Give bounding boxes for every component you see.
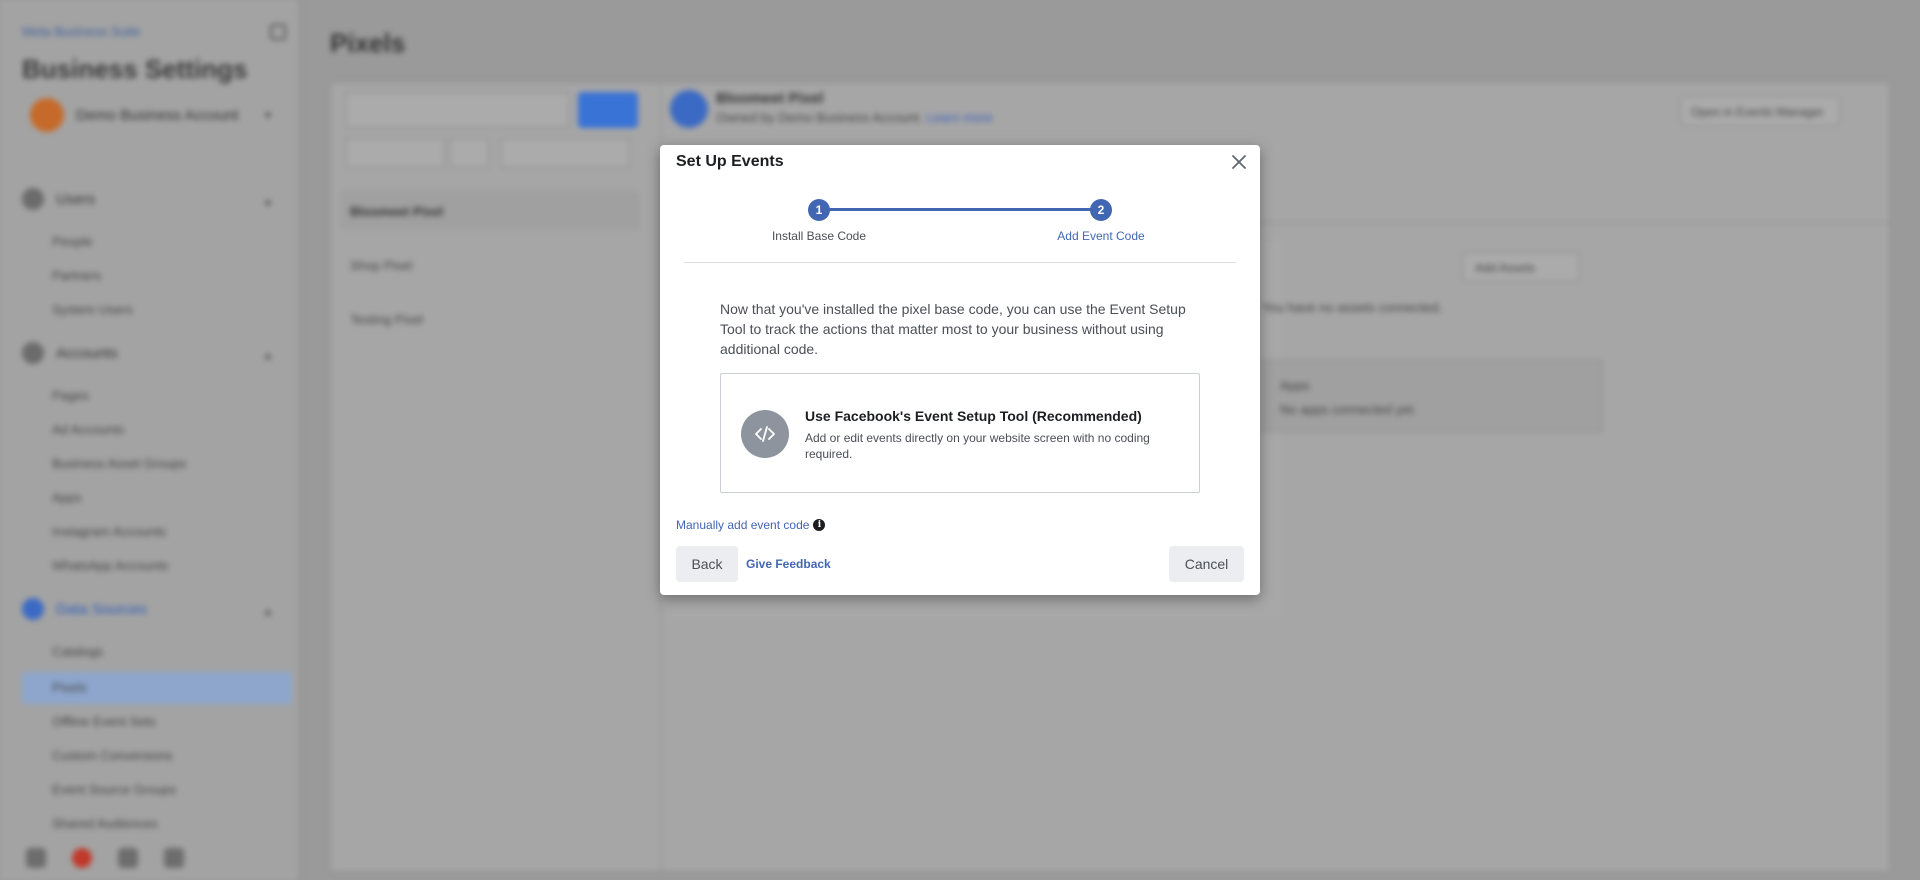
more-options-icon[interactable] [1860,96,1884,126]
pixel-icon [670,90,708,128]
sidebar-breadcrumb[interactable]: Meta Business Suite [22,24,141,39]
sidebar-group-label: Users [56,190,96,208]
set-up-events-dialog: Set Up Events 1 2 Install Base Code Add … [660,145,1260,595]
info-icon[interactable]: i [813,519,826,531]
notifications-icon[interactable] [72,848,92,868]
event-setup-tool-option[interactable]: Use Facebook's Event Setup Tool (Recomme… [720,373,1200,493]
sidebar-item[interactable]: People [52,234,92,249]
sidebar-item[interactable]: Business Asset Groups [52,456,186,471]
settings-icon[interactable] [26,848,46,868]
add-assets-button[interactable]: Add Assets [1462,252,1580,282]
sidebar-item[interactable]: Shared Audiences [52,816,158,831]
pixel-filter-dropdown[interactable] [500,138,630,168]
step-2-label: Add Event Code [1057,229,1145,243]
chevron-down-icon[interactable]: ▾ [265,108,271,122]
intro-text: Now that you've installed the pixel base… [720,301,1186,357]
pixel-name: Bloomeet Pixel [716,90,824,107]
filter-dropdown[interactable] [345,138,445,168]
option-title: Use Facebook's Event Setup Tool (Recomme… [805,408,1142,424]
sidebar-item[interactable]: Ad Accounts [52,422,124,437]
dialog-title: Set Up Events [676,153,784,170]
code-icon [741,410,789,458]
sidebar-item[interactable]: Pages [52,388,89,403]
step-1-indicator: 1 [808,199,830,221]
sidebar-group-label: Accounts [56,344,118,362]
give-feedback-link[interactable]: Give Feedback [746,557,831,571]
help-icon[interactable] [164,848,184,868]
pixel-description: Owned by Demo Business Account. Learn mo… [716,110,993,125]
sidebar-item[interactable]: Apps [52,490,82,505]
back-button[interactable]: Back [676,546,738,582]
list-item[interactable]: Bloomeet Pixel [350,204,443,219]
open-events-manager-button[interactable]: Open in Events Manager [1680,96,1840,126]
stepper: 1 2 Install Base Code Add Event Code [684,197,1236,263]
users-icon [22,188,44,210]
sidebar-group-users[interactable]: Users [22,188,95,210]
option-description: Add or edit events directly on your webs… [805,431,1150,461]
sidebar-group-data-sources[interactable]: Data Sources [22,598,147,620]
assets-box-text: No apps connected yet. [1280,402,1417,417]
assets-box-title: Apps [1280,378,1310,393]
accounts-icon [22,342,44,364]
list-item[interactable]: Shop Pixel [350,258,412,273]
search-icon[interactable] [118,848,138,868]
sidebar-item[interactable]: Instagram Accounts [52,524,166,539]
sidebar-footer-icons [26,848,184,868]
data-sources-icon [22,598,44,620]
manually-add-event-code-link[interactable]: Manually add event code i [676,518,826,532]
cancel-button[interactable]: Cancel [1169,546,1244,582]
chevron-up-icon[interactable]: ▴ [265,604,271,618]
search-input[interactable] [345,92,570,128]
info-text: You have no assets connected. [1262,300,1443,315]
list-item[interactable]: Testing Pixel [350,312,423,327]
stepper-progress-line [818,208,1102,211]
step-1-label: Install Base Code [771,229,867,243]
add-button[interactable] [578,92,638,128]
sidebar-title: Business Settings [22,54,248,84]
sidebar: Meta Business Suite Business Settings De… [0,0,300,880]
account-switcher[interactable]: Demo Business Account [30,98,239,132]
chevron-up-icon[interactable]: ▴ [265,194,271,208]
sidebar-item[interactable]: WhatsApp Accounts [52,558,168,573]
assets-box [1262,360,1602,432]
sidebar-item[interactable]: Event Source Groups [52,782,176,797]
collapse-icon[interactable] [270,24,286,40]
sidebar-item-pixels[interactable]: Pixels [52,680,87,695]
avatar [30,98,64,132]
sidebar-group-label: Data Sources [56,600,147,618]
account-name: Demo Business Account [76,106,239,124]
sidebar-item[interactable]: System Users [52,302,133,317]
step-2-indicator: 2 [1090,199,1112,221]
sidebar-item[interactable]: Partners [52,268,101,283]
sidebar-item[interactable]: Custom Conversions [52,748,173,763]
sidebar-item[interactable]: Catalogs [52,644,103,659]
chevron-up-icon[interactable]: ▴ [265,348,271,362]
sidebar-group-accounts[interactable]: Accounts [22,342,118,364]
pixel-owner-text: Owned by Demo Business Account. [716,110,923,125]
manual-link-label: Manually add event code [676,518,810,532]
sidebar-item[interactable]: Offline Event Sets [52,714,156,729]
sort-dropdown[interactable] [450,138,490,168]
page-title: Pixels [330,28,406,58]
learn-more-link[interactable]: Learn more [926,110,992,125]
close-icon[interactable] [1228,151,1250,173]
